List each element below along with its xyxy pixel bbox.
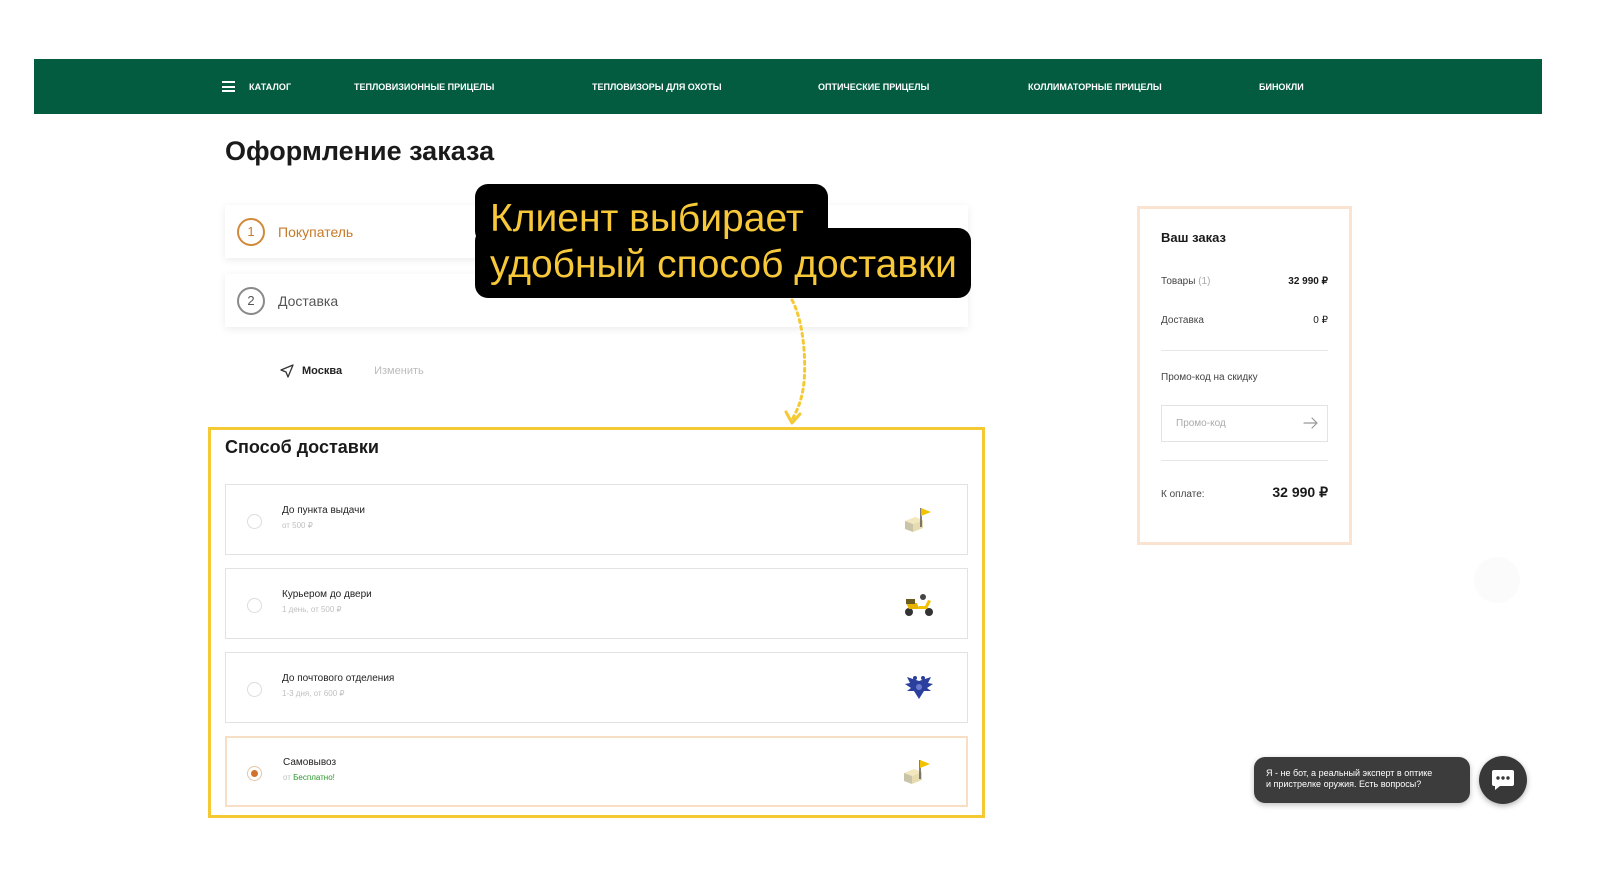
step-number: 2 — [237, 286, 265, 315]
step-label: Доставка — [278, 292, 339, 309]
top-navigation: КАТАЛОГ ТЕПЛОВИЗИОННЫЕ ПРИЦЕЛЫ ТЕПЛОВИЗО… — [34, 59, 1542, 114]
delivery-section-title: Способ доставки — [225, 437, 379, 457]
step-label: Покупатель — [278, 223, 354, 240]
option-subtitle: 1-3 дня, от 600 ₽ — [282, 689, 345, 698]
summary-divider — [1161, 350, 1328, 351]
dotted-arrow-icon — [784, 298, 807, 425]
change-city-link[interactable]: Изменить — [374, 365, 424, 377]
hamburger-icon — [222, 81, 235, 92]
goods-count: (1) — [1198, 276, 1211, 287]
catalog-label: КАТАЛОГ — [249, 81, 292, 92]
nav-item-thermal-imagers[interactable]: ТЕПЛОВИЗОРЫ ДЛЯ ОХОТЫ — [592, 59, 722, 114]
chat-line-2: и пристрелке оружия. Есть вопросы? — [1266, 779, 1422, 789]
free-label: Бесплатно! — [293, 773, 335, 782]
option-title: До почтового отделения — [282, 673, 395, 684]
promo-code-field[interactable] — [1161, 405, 1328, 442]
city-name: Москва — [302, 365, 343, 377]
summary-delivery-row: Доставка 0 ₽ — [1161, 315, 1328, 326]
nav-item-binoculars[interactable]: БИНОКЛИ — [1259, 59, 1304, 114]
radio-button[interactable] — [247, 514, 262, 529]
annotation-line-2: удобный способ доставки — [490, 243, 957, 286]
promo-label: Промо-код на скидку — [1161, 372, 1258, 383]
delivery-option-pickup-point[interactable]: До пункта выдачи от 500 ₽ — [225, 484, 968, 555]
arrow-right-icon[interactable] — [1303, 417, 1319, 429]
chat-open-button[interactable] — [1479, 756, 1527, 804]
pay-label: К оплате: — [1161, 489, 1205, 500]
chat-line-1: Я - не бот, а реальный эксперт в оптике — [1266, 768, 1433, 778]
goods-label-group: Товары (1) — [1161, 276, 1210, 287]
annotation-text: Клиент выбирает удобный способ доставки — [490, 196, 957, 288]
summary-divider — [1161, 460, 1328, 461]
delivery-value: 0 ₽ — [1313, 315, 1328, 326]
delivery-option-self-pickup[interactable]: Самовывоз от Бесплатно! — [225, 736, 968, 807]
delivery-label: Доставка — [1161, 315, 1204, 326]
option-subtitle: 1 день, от 500 ₽ — [282, 605, 342, 614]
summary-goods-row: Товары (1) 32 990 ₽ — [1161, 276, 1328, 287]
option-title: Самовывоз — [283, 757, 337, 768]
annotation-line-1: Клиент выбирает — [490, 197, 804, 240]
page-title: Оформление заказа — [225, 136, 495, 166]
chat-icon — [1492, 770, 1514, 790]
courier-scooter-icon — [905, 594, 933, 616]
goods-value: 32 990 ₽ — [1288, 276, 1328, 287]
pickup-point-flag-icon — [905, 508, 931, 532]
option-subtitle: от 500 ₽ — [282, 521, 313, 530]
russian-post-eagle-icon — [905, 676, 933, 699]
chat-prompt-bubble[interactable]: Я - не бот, а реальный эксперт в оптике … — [1254, 757, 1470, 803]
delivery-option-courier[interactable]: Курьером до двери 1 день, от 500 ₽ — [225, 568, 968, 639]
order-summary: Ваш заказ Товары (1) 32 990 ₽ Доставка 0… — [1137, 206, 1352, 545]
city-row: Москва Изменить — [280, 364, 424, 378]
goods-label: Товары — [1161, 276, 1196, 287]
checkout-page: КАТАЛОГ ТЕПЛОВИЗИОННЫЕ ПРИЦЕЛЫ ТЕПЛОВИЗО… — [0, 0, 1600, 892]
pickup-flag-icon — [904, 760, 930, 784]
option-title: До пункта выдачи — [282, 505, 365, 516]
pay-value: 32 990 ₽ — [1272, 484, 1328, 500]
catalog-menu-button[interactable]: КАТАЛОГ — [222, 59, 291, 114]
summary-pay-row: К оплате: 32 990 ₽ — [1161, 484, 1328, 501]
radio-button[interactable] — [247, 682, 262, 697]
promo-code-input[interactable] — [1176, 418, 1294, 429]
radio-button-selected[interactable] — [247, 766, 262, 781]
location-arrow-icon — [280, 364, 294, 378]
option-subtitle: от Бесплатно! — [283, 773, 335, 782]
option-title: Курьером до двери — [282, 589, 372, 600]
nav-item-thermal-sights[interactable]: ТЕПЛОВИЗИОННЫЕ ПРИЦЕЛЫ — [354, 59, 494, 114]
scroll-top-button[interactable] — [1474, 557, 1520, 603]
delivery-option-post-office[interactable]: До почтового отделения 1-3 дня, от 600 ₽ — [225, 652, 968, 723]
nav-item-collimator-sights[interactable]: КОЛЛИМАТОРНЫЕ ПРИЦЕЛЫ — [1028, 59, 1162, 114]
step-number: 1 — [237, 217, 265, 246]
summary-title: Ваш заказ — [1161, 230, 1226, 245]
subtitle-prefix: от — [283, 773, 291, 782]
radio-button[interactable] — [247, 598, 262, 613]
nav-item-optical-sights[interactable]: ОПТИЧЕСКИЕ ПРИЦЕЛЫ — [818, 59, 929, 114]
